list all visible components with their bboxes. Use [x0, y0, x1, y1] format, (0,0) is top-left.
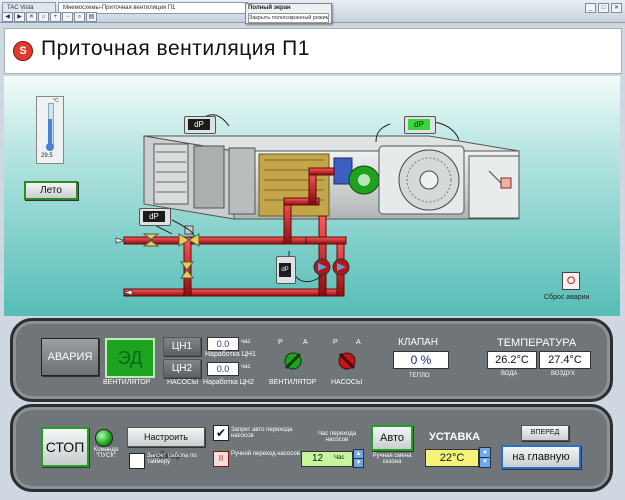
water-temp-label: ВОДА: [501, 371, 518, 377]
ventilation-scheme-svg: [115, 114, 520, 297]
valve-label: ТЕПЛО: [409, 373, 430, 379]
dp-sensor-filter: dP: [184, 116, 216, 134]
fan-switch-a-label: А: [303, 339, 308, 346]
schneider-logo-icon: S: [13, 41, 33, 61]
page-title: Приточная вентиляция П1: [41, 37, 310, 60]
hour-switch-title: Час перехода насосов: [317, 431, 357, 443]
pump-mode-switch-icon[interactable]: [335, 349, 359, 373]
fan-label: ВЕНТИЛЯТОР: [103, 379, 151, 386]
pump-switch-r-label: Р: [333, 339, 338, 346]
search-icon[interactable]: ⌕: [74, 12, 85, 22]
manual-switch-label: Ручной переход насосов: [231, 451, 300, 457]
auto-switch-block-label: Запрет авто перехода насосов: [231, 427, 293, 439]
zoom-out-icon[interactable]: −: [62, 12, 73, 22]
close-fullscreen-button[interactable]: Закрыть полноэкранный режим: [248, 13, 329, 23]
fan-switch-r-label: Р: [278, 339, 283, 346]
timer-settings-button[interactable]: Настроить таймер: [127, 427, 205, 460]
start-command-led-icon: [95, 429, 113, 447]
close-icon[interactable]: ✕: [26, 12, 37, 22]
flow-in-arrow-icon: [115, 237, 126, 244]
heater-coil: [258, 153, 330, 217]
pump-cn1-button[interactable]: ЦН1: [163, 337, 201, 356]
fan-mode-switch-icon[interactable]: [281, 349, 305, 373]
reset-alarm-label: Сброс аварии: [544, 294, 590, 301]
runtime-cn1-value: 0.0: [207, 337, 239, 351]
runtime-cn1-label: Наработка ЦН1: [205, 351, 256, 358]
outdoor-thermometer: °C 29.5: [36, 96, 64, 164]
dp-sensor-water: dP: [139, 208, 171, 226]
temperature-title: ТЕМПЕРАТУРА: [497, 337, 577, 349]
hour-switch-field[interactable]: 12 Час: [301, 451, 353, 467]
runtime-cn2-unit: час: [241, 364, 251, 370]
zoom-in-icon[interactable]: +: [50, 12, 61, 22]
pump-switch-label: НАСОСЫ: [331, 379, 363, 386]
fullscreen-popup: Полный экран Закрыть полноэкранный режим: [245, 3, 332, 24]
window-controls: _ □ ✕: [585, 3, 622, 13]
home-icon[interactable]: ⌂: [38, 12, 49, 22]
pump-cn2-button[interactable]: ЦН2: [163, 359, 201, 378]
print-icon[interactable]: ▤: [86, 12, 97, 22]
forward-icon[interactable]: ▶: [14, 12, 25, 22]
forward-button[interactable]: ВПЕРЕД: [521, 425, 569, 441]
fan-switch-label: ВЕНТИЛЯТОР: [269, 379, 317, 386]
maximize-icon[interactable]: □: [598, 3, 609, 13]
runtime-cn2-value: 0.0: [207, 362, 239, 376]
close-window-icon[interactable]: ✕: [611, 3, 622, 13]
outdoor-temp-value: 29.5: [41, 153, 53, 159]
fullscreen-title: Полный экран: [248, 5, 291, 11]
control-panel: СТОП Команда "ПУСК" Настроить таймер Зап…: [10, 404, 613, 492]
timer-block-checkbox[interactable]: [129, 453, 145, 469]
back-icon[interactable]: ◀: [2, 12, 13, 22]
hour-switch-value: 12: [312, 453, 324, 464]
top-toolbar: TAC Vista Мнемосхемы-Приточная вентиляци…: [0, 0, 625, 24]
status-panel: АВАРИЯ ЭД ВЕНТИЛЯТОР ЦН1 ЦН2 НАСОСЫ 0.0 …: [10, 318, 613, 402]
thermometer-level: [48, 119, 52, 145]
ed-indicator: ЭД: [105, 338, 155, 378]
season-button[interactable]: Лето: [24, 181, 78, 200]
air-temp-value: 27.4°C: [539, 351, 591, 369]
setpoint-title: УСТАВКА: [429, 431, 481, 443]
thermometer-unit: °C: [53, 98, 59, 104]
reset-alarm-button[interactable]: O: [562, 272, 580, 290]
setpoint-value[interactable]: 22°C: [425, 449, 479, 467]
pump-switch-a-label: А: [356, 339, 361, 346]
setpoint-down-icon[interactable]: ▼: [479, 457, 491, 468]
manual-season-label: Ручная смена сезона: [372, 453, 412, 465]
pumps-label: НАСОСЫ: [167, 379, 199, 386]
valve-position-value: 0 %: [393, 351, 449, 369]
water-temp-value: 26.2°C: [487, 351, 537, 369]
alarm-button[interactable]: АВАРИЯ: [41, 338, 99, 376]
intake-louvers: [153, 143, 256, 215]
air-temp-label: ВОЗДУХ: [551, 371, 576, 377]
dp-sensor-pumps: dP: [276, 256, 296, 284]
hour-switch-unit: Час: [334, 455, 345, 461]
runtime-cn2-label: Наработка ЦН2: [203, 379, 254, 386]
start-command-label: Команда "ПУСК": [93, 447, 119, 459]
auto-switch-block-checkbox[interactable]: ✔: [213, 425, 229, 441]
stop-button[interactable]: СТОП: [41, 427, 89, 467]
dp-sensor-fan: dP: [404, 116, 436, 134]
temp-sensor-air: [500, 177, 512, 189]
valve-title: КЛАПАН: [398, 337, 439, 348]
manual-switch-button[interactable]: II: [213, 451, 229, 467]
minimize-icon[interactable]: _: [585, 3, 596, 13]
scheme-area: °C 29.5 Лето dP dP dP dP O Сброс аварии: [4, 76, 620, 316]
season-auto-button[interactable]: Авто: [371, 425, 413, 451]
home-button[interactable]: на главную: [501, 445, 581, 469]
timer-block-label: Запрет работы по таймеру: [147, 453, 197, 465]
runtime-cn1-unit: час: [241, 339, 251, 345]
hour-down-icon[interactable]: ▼: [353, 458, 364, 468]
title-bar: S Приточная вентиляция П1: [4, 28, 622, 74]
